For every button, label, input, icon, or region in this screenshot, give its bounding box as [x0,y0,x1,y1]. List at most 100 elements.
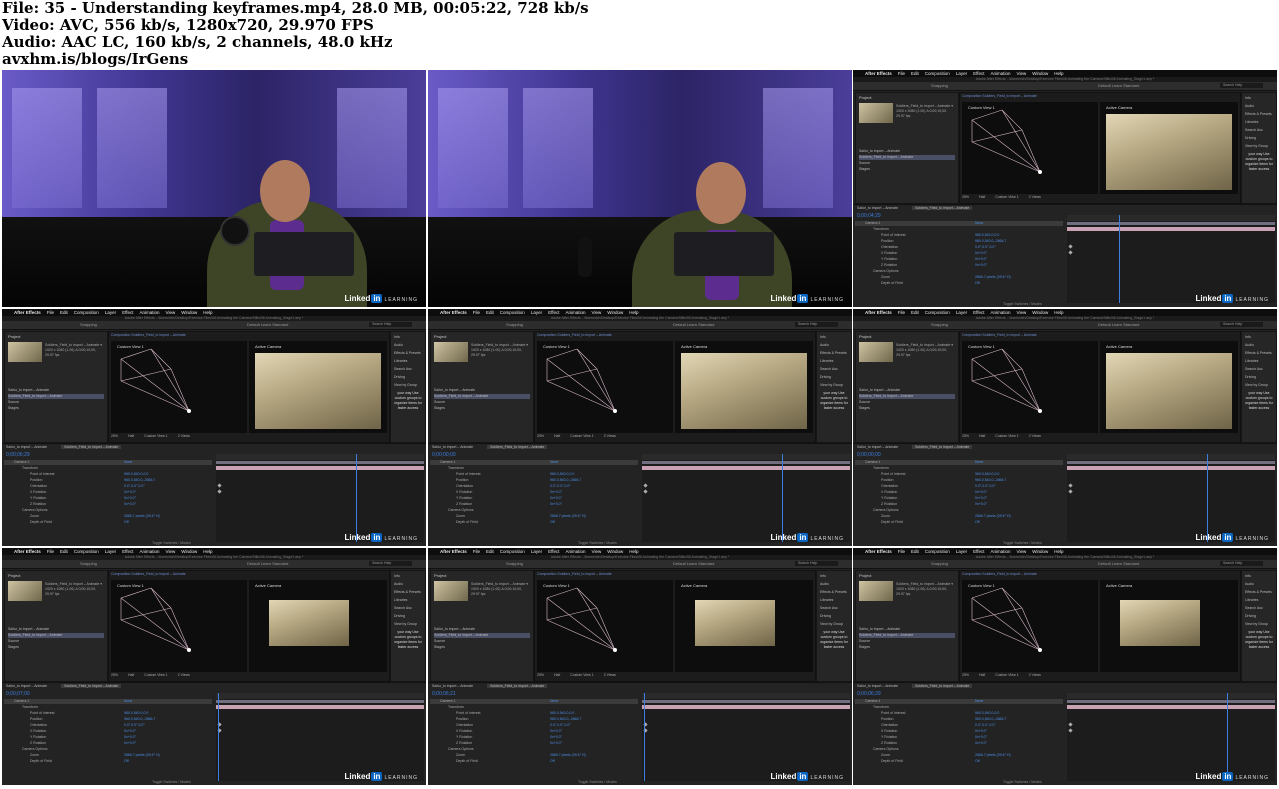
layer-duration-bar[interactable] [1067,705,1275,709]
timeline-tracks[interactable] [1067,693,1275,781]
layer-property-row[interactable]: Position 960.0,540.0,-2666.7 [4,478,212,483]
libraries-tab[interactable]: Libraries [1245,598,1258,602]
resolution-select[interactable]: Half [554,673,560,679]
menu-after-effects[interactable]: After Effects [865,549,892,554]
menu-effect[interactable]: Effect [973,549,984,554]
libraries-tab[interactable]: Libraries [820,359,833,363]
layer-property-row[interactable]: X Rotation 0x+0.0° [4,729,212,734]
library-name[interactable]: Driving [1245,614,1256,618]
time-ruler[interactable] [216,454,424,460]
layer-property-row[interactable]: Camera 1 None [855,221,1063,226]
property-value[interactable]: 0x+0.0° [550,729,562,734]
audio-panel-tab[interactable]: Audio [820,343,829,347]
effects-presets-tab[interactable]: Effects & Presets [820,590,847,594]
menu-window[interactable]: Window [181,310,197,315]
timeline-tab[interactable]: Soldiers_Field_to import – Animate [912,445,973,449]
layer-property-row[interactable]: X Rotation 0x+0.0° [855,251,1063,256]
menu-effect[interactable]: Effect [548,310,559,315]
active-camera-pane[interactable]: Active Camera [249,580,387,672]
resolution-select[interactable]: Half [554,434,560,440]
property-value[interactable]: 0x+0.0° [124,496,136,501]
toggle-switches-modes[interactable]: Toggle Switches / Modes [1003,302,1042,306]
property-value[interactable]: 0x+0.0° [550,741,562,746]
view-select[interactable]: Custom View 1 [570,673,593,679]
timeline-tracks[interactable] [216,454,424,542]
layer-property-row[interactable]: Zoom 2666.7 pixels (39.6° H) [855,753,1063,758]
snapping-toggle[interactable]: Snapping [931,561,948,566]
layer-property-row[interactable]: Transform [4,466,212,471]
libraries-tab[interactable]: Libraries [394,359,407,363]
search-help-input[interactable]: Search Help [795,322,838,327]
layer-property-row[interactable]: Camera 1 None [855,699,1063,704]
menu-animation[interactable]: Animation [566,310,586,315]
property-value[interactable]: 960.0,540.0,-2666.7 [550,478,581,483]
view-layout-select[interactable]: 2 Views [604,434,616,440]
layer-property-row[interactable]: Zoom 2666.7 pixels (39.6° H) [855,514,1063,519]
project-item[interactable]: Source [859,639,955,644]
layer-property-row[interactable]: X Rotation 0x+0.0° [430,729,638,734]
layer-property-row[interactable]: Point of Interest 960.0,540.0,0.0 [4,472,212,477]
property-value[interactable]: 2666.7 pixels (39.6° H) [124,514,160,519]
layer-property-row[interactable]: Point of Interest 960.0,540.0,0.0 [430,472,638,477]
project-item[interactable]: Soldiers_Field_to import – Animate [859,394,955,399]
layer-property-row[interactable]: Y Rotation 0x+0.0° [430,496,638,501]
layer-property-row[interactable]: Y Rotation 0x+0.0° [4,496,212,501]
layer-property-row[interactable]: Zoom 2666.7 pixels (39.6° H) [855,275,1063,280]
search-help-input[interactable]: Search Help [1220,83,1263,88]
layer-property-row[interactable]: Transform [855,466,1063,471]
property-value[interactable]: 960.0,540.0,0.0 [550,472,574,477]
custom-view-pane[interactable]: Custom View 1 [962,341,1098,433]
libraries-search[interactable]: Search Asc [394,606,412,610]
layer-property-row[interactable]: X Rotation 0x+0.0° [4,490,212,495]
layer-property-row[interactable]: Depth of Field Off [430,520,638,525]
project-item[interactable]: Sailor_to import – Animate [859,627,955,632]
timeline-tab[interactable]: Sailor_to import – Animate [857,206,898,210]
time-ruler[interactable] [1067,693,1275,699]
project-item[interactable]: Stages [8,406,104,411]
layer-property-row[interactable]: Zoom 2666.7 pixels (39.6° H) [4,753,212,758]
property-value[interactable]: None [124,460,132,465]
project-item[interactable]: Source [434,400,530,405]
active-camera-pane[interactable]: Active Camera [675,580,813,672]
current-time[interactable]: 0;00;06;29 [857,691,881,697]
menu-help[interactable]: Help [1054,549,1063,554]
menu-composition[interactable]: Composition [925,71,950,76]
playhead[interactable] [1119,215,1120,303]
info-panel-tab[interactable]: Info [394,335,400,339]
layer-property-row[interactable]: Point of Interest 960.0,540.0,0.0 [430,711,638,716]
layer-property-row[interactable]: Depth of Field Off [4,759,212,764]
snapping-toggle[interactable]: Snapping [80,561,97,566]
keyframe-icon[interactable] [643,489,648,494]
menu-view[interactable]: View [166,549,176,554]
view-by-group[interactable]: View by Group [394,383,417,387]
playhead[interactable] [218,693,219,781]
menu-view[interactable]: View [1017,71,1027,76]
time-ruler[interactable] [642,454,850,460]
view-by-group[interactable]: View by Group [1245,383,1268,387]
menu-window[interactable]: Window [181,549,197,554]
libraries-tab[interactable]: Libraries [1245,359,1258,363]
timeline-tab[interactable]: Sailor_to import – Animate [432,684,473,688]
layer-property-row[interactable]: Z Rotation 0x+0.0° [855,741,1063,746]
project-item[interactable]: Source [434,639,530,644]
composition-tab[interactable]: Composition Soldiers_Field_to import – A… [537,572,612,576]
property-value[interactable]: Off [124,520,129,525]
menu-file[interactable]: File [473,310,480,315]
property-value[interactable]: 0x+0.0° [124,735,136,740]
audio-panel-tab[interactable]: Audio [1245,343,1254,347]
active-camera-pane[interactable]: Active Camera [675,341,813,433]
menu-effect[interactable]: Effect [122,549,133,554]
menu-edit[interactable]: Edit [911,71,919,76]
work-area-bar[interactable] [642,700,850,703]
menu-edit[interactable]: Edit [60,549,68,554]
snapping-toggle[interactable]: Snapping [80,322,97,327]
property-value[interactable]: 2666.7 pixels (39.6° H) [975,753,1011,758]
property-value[interactable]: 960.0,540.0,-2666.7 [975,239,1006,244]
property-value[interactable]: 0x+0.0° [124,741,136,746]
menu-after-effects[interactable]: After Effects [865,71,892,76]
property-value[interactable]: 960.0,540.0,0.0 [975,472,999,477]
timeline-tab[interactable]: Soldiers_Field_to import – Animate [487,684,548,688]
layer-property-row[interactable]: Transform [430,705,638,710]
view-by-group[interactable]: View by Group [394,622,417,626]
layer-property-row[interactable]: Orientation 0.0°,0.0°,0.0° [4,484,212,489]
